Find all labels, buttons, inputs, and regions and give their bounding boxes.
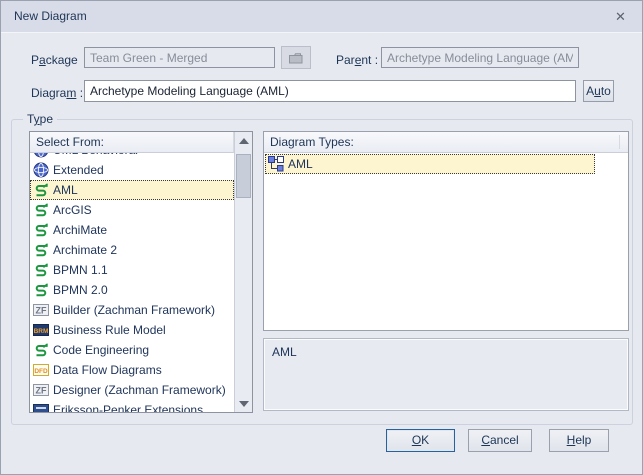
auto-button[interactable]: Auto: [583, 80, 614, 102]
technology-icon: [33, 242, 49, 258]
list-item[interactable]: UML Behavioral: [30, 153, 234, 160]
list-item[interactable]: ArcGIS: [30, 200, 234, 220]
technology-icon: [33, 202, 49, 218]
list-item[interactable]: Business Rule Model: [30, 320, 234, 340]
list-item[interactable]: Data Flow Diagrams: [30, 360, 234, 380]
diagram-types-header: Diagram Types:: [264, 132, 628, 153]
technology-icon: [33, 182, 49, 198]
diagram-type-label: AML: [288, 157, 313, 171]
list-item-label: ArcGIS: [53, 203, 92, 217]
diagram-label: Diagram :: [31, 86, 83, 100]
browse-package-button[interactable]: [281, 46, 311, 69]
list-item[interactable]: Eriksson-Penker Extensions: [30, 400, 234, 412]
list-item-label: BPMN 2.0: [53, 283, 108, 297]
zf-icon: [33, 302, 49, 318]
technology-icon: [33, 262, 49, 278]
uml-sphere-icon: [33, 153, 49, 158]
new-diagram-dialog: New Diagram ✕ Package Parent : Diagram :…: [0, 0, 643, 475]
select-from-list: Select From: UML Behavioral Extended AML…: [29, 131, 253, 413]
ok-button[interactable]: OK: [386, 429, 455, 452]
list-item[interactable]: Builder (Zachman Framework): [30, 300, 234, 320]
select-from-header: Select From:: [30, 132, 234, 153]
close-icon[interactable]: ✕: [612, 8, 629, 25]
diagram-types-list: Diagram Types: AML: [263, 131, 629, 331]
brm-icon: [33, 322, 49, 338]
zf-icon: [33, 382, 49, 398]
description-panel: AML: [263, 338, 629, 411]
parent-field: [381, 47, 579, 68]
list-item-label: Data Flow Diagrams: [53, 363, 162, 377]
dialog-title: New Diagram: [14, 9, 87, 23]
list-item-label: BPMN 1.1: [53, 263, 108, 277]
diagram-type-icon: [268, 156, 284, 172]
list-item-label: Business Rule Model: [53, 323, 166, 337]
list-item-label: AML: [53, 183, 78, 197]
scrollbar[interactable]: [234, 132, 252, 412]
scrollbar-thumb[interactable]: [236, 154, 251, 198]
list-item-label: ArchiMate: [53, 223, 107, 237]
list-item[interactable]: Code Engineering: [30, 340, 234, 360]
list-item-label: Extended: [53, 163, 104, 177]
list-item-label: UML Behavioral: [53, 153, 138, 157]
list-item-label: Builder (Zachman Framework): [53, 303, 215, 317]
select-from-items: UML Behavioral Extended AML ArcGIS Archi…: [30, 153, 234, 412]
package-field: [84, 47, 275, 68]
technology-icon: [33, 342, 49, 358]
list-item[interactable]: Extended: [30, 160, 234, 180]
cancel-button[interactable]: Cancel: [468, 429, 532, 452]
list-item-label: Eriksson-Penker Extensions: [53, 403, 203, 412]
title-bar: New Diagram ✕: [1, 1, 642, 33]
type-group-label: Type: [23, 112, 57, 126]
uml-sphere-icon: [33, 162, 49, 178]
technology-icon: [33, 282, 49, 298]
list-item[interactable]: Designer (Zachman Framework): [30, 380, 234, 400]
diagram-name-input[interactable]: [84, 80, 576, 102]
package-label: Package: [31, 53, 78, 67]
folder-icon: [288, 50, 304, 66]
ep-icon: [33, 402, 49, 412]
scroll-up-icon[interactable]: [235, 133, 252, 148]
parent-label: Parent :: [336, 53, 378, 67]
technology-icon: [33, 222, 49, 238]
list-item-label: Code Engineering: [53, 343, 149, 357]
description-text: AML: [272, 345, 297, 359]
help-button[interactable]: Help: [549, 429, 609, 452]
list-item[interactable]: BPMN 1.1: [30, 260, 234, 280]
list-item-label: Archimate 2: [53, 243, 117, 257]
scroll-down-icon[interactable]: [235, 396, 252, 411]
list-item[interactable]: ArchiMate: [30, 220, 234, 240]
list-item[interactable]: Archimate 2: [30, 240, 234, 260]
diagram-type-item-selected[interactable]: AML: [265, 154, 595, 174]
dfd-icon: [33, 362, 49, 378]
list-item[interactable]: BPMN 2.0: [30, 280, 234, 300]
list-item-selected[interactable]: AML: [30, 180, 234, 200]
list-item-label: Designer (Zachman Framework): [53, 383, 226, 397]
